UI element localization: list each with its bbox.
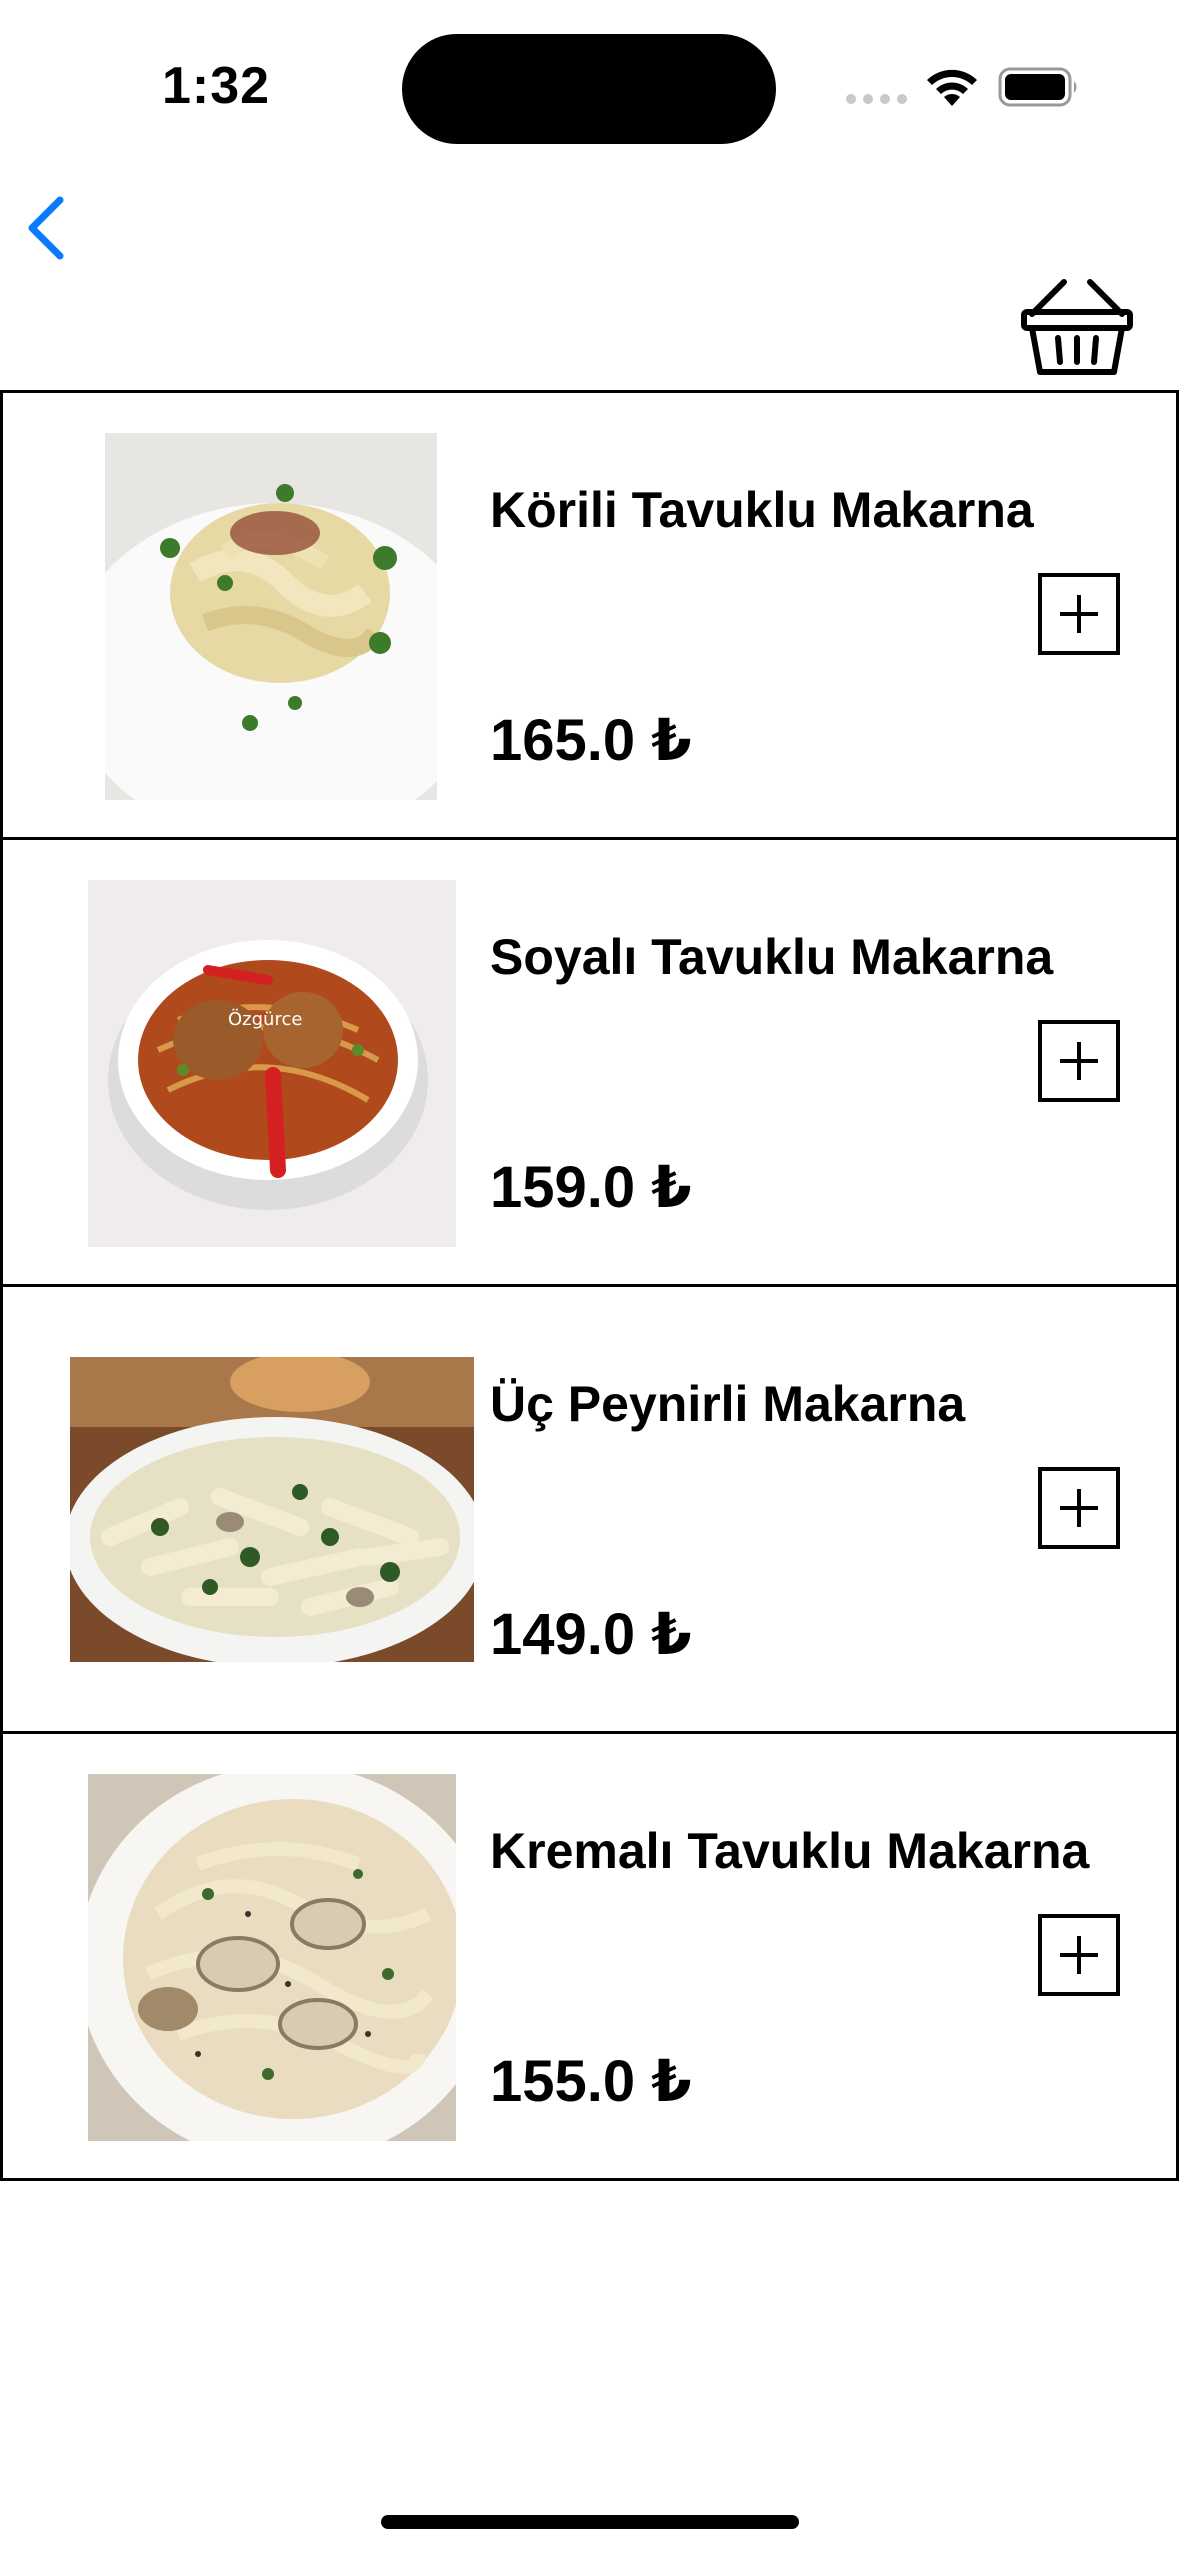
add-to-cart-button[interactable] (1038, 1914, 1120, 1996)
home-indicator[interactable] (381, 2515, 799, 2529)
status-time: 1:32 (162, 57, 271, 115)
basket-button[interactable] (1020, 278, 1134, 378)
add-to-cart-button[interactable] (1038, 1020, 1120, 1102)
item-name: Üç Peynirli Makarna (490, 1376, 966, 1432)
cellular-signal-icon (846, 94, 907, 104)
wifi-icon (924, 66, 980, 113)
list-item[interactable]: Özgürce Soyalı Tavuklu Makarna 159.0 ₺ (0, 837, 1179, 1287)
chevron-left-icon (28, 196, 64, 260)
list-item[interactable]: Üç Peynirli Makarna 149.0 ₺ (0, 1284, 1179, 1734)
list-item[interactable]: Kremalı Tavuklu Makarna 155.0 ₺ (0, 1731, 1179, 2181)
menu-list: Körili Tavuklu Makarna 165.0 ₺ Özgürce S… (0, 390, 1179, 2181)
screen: 1:32 Körili Tavuklu Makarna 165.0 ₺ Özgü… (0, 0, 1179, 2556)
item-price: 149.0 ₺ (490, 1602, 692, 1667)
battery-icon (998, 66, 1080, 113)
list-item[interactable]: Körili Tavuklu Makarna 165.0 ₺ (0, 390, 1179, 840)
item-name: Körili Tavuklu Makarna (490, 482, 1034, 538)
dynamic-island (402, 34, 776, 144)
food-image: Özgürce (88, 880, 456, 1247)
food-image (70, 1357, 474, 1662)
plus-icon (1060, 595, 1098, 633)
add-to-cart-button[interactable] (1038, 573, 1120, 655)
item-name: Soyalı Tavuklu Makarna (490, 929, 1054, 985)
add-to-cart-button[interactable] (1038, 1467, 1120, 1549)
item-price: 159.0 ₺ (490, 1155, 692, 1220)
plus-icon (1060, 1489, 1098, 1527)
item-price: 155.0 ₺ (490, 2049, 692, 2114)
basket-icon (1021, 279, 1133, 375)
plus-icon (1060, 1936, 1098, 1974)
item-name: Kremalı Tavuklu Makarna (490, 1823, 1090, 1879)
food-image (105, 433, 437, 800)
item-price: 165.0 ₺ (490, 708, 692, 773)
plus-icon (1060, 1042, 1098, 1080)
watermark-text: Özgürce (228, 1008, 302, 1030)
back-button[interactable] (18, 192, 78, 262)
food-image (88, 1774, 456, 2141)
